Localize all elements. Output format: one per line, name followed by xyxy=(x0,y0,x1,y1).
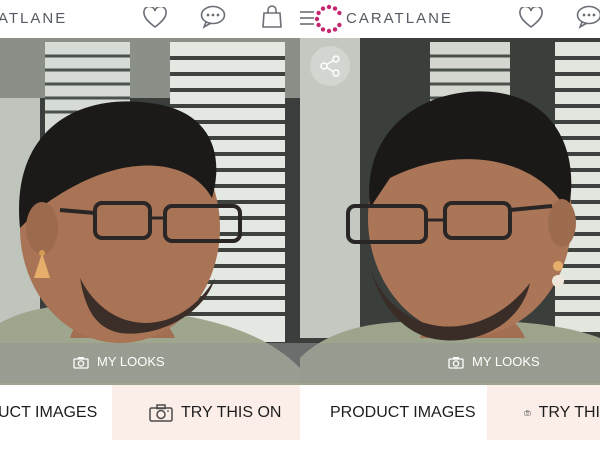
my-looks-bar[interactable]: MY LOOKS xyxy=(0,343,300,383)
brand-name: ATLANE xyxy=(0,10,68,27)
top-bar: ATLANE xyxy=(0,0,300,39)
try-this-on-button[interactable]: TRY THIS ON xyxy=(112,385,300,440)
my-looks-bar[interactable]: MY LOOKS xyxy=(300,343,600,383)
try-on-photo xyxy=(0,38,300,385)
my-looks-label: MY LOOKS xyxy=(472,354,540,369)
menu-icon[interactable] xyxy=(300,10,314,26)
try-on-photo xyxy=(300,38,600,385)
camera-icon xyxy=(149,403,173,422)
shopping-bag-icon[interactable] xyxy=(261,5,283,29)
user-photo-image xyxy=(300,38,600,385)
camera-icon xyxy=(524,410,531,415)
bottom-actions: PRODUCT IMAGES TRY THI xyxy=(300,385,600,440)
share-icon xyxy=(320,55,340,77)
chat-icon[interactable] xyxy=(200,5,226,29)
top-bar: CARATLANE xyxy=(300,0,600,39)
brand-name: CARATLANE xyxy=(346,10,453,27)
right-screen: CARATLANE MY LOOKS PRODUCT IMAGES TRY TH… xyxy=(300,0,600,450)
product-images-button[interactable]: PRODUCT IMAGES xyxy=(300,385,487,440)
product-images-button[interactable]: UCT IMAGES xyxy=(0,385,112,440)
wishlist-heart-icon[interactable] xyxy=(519,7,543,29)
camera-icon xyxy=(73,357,89,369)
app-screenshot: ATLANE MY LOOKS UCT IMAGES TRY THIS ON C… xyxy=(0,0,600,450)
bottom-actions: UCT IMAGES TRY THIS ON xyxy=(0,385,300,440)
my-looks-label: MY LOOKS xyxy=(97,354,165,369)
try-this-on-button[interactable]: TRY THI xyxy=(487,385,600,440)
product-images-label: PRODUCT IMAGES xyxy=(330,403,476,421)
caratlane-logo[interactable] xyxy=(314,4,344,34)
chat-icon[interactable] xyxy=(576,5,600,29)
try-this-on-label: TRY THIS ON xyxy=(181,403,282,421)
product-images-label: UCT IMAGES xyxy=(0,403,98,421)
try-this-on-label: TRY THI xyxy=(538,403,600,421)
wishlist-heart-icon[interactable] xyxy=(143,7,167,29)
camera-icon xyxy=(448,357,464,369)
share-button[interactable] xyxy=(310,46,350,86)
user-photo-image xyxy=(0,38,300,385)
left-screen: ATLANE MY LOOKS UCT IMAGES TRY THIS ON xyxy=(0,0,300,450)
